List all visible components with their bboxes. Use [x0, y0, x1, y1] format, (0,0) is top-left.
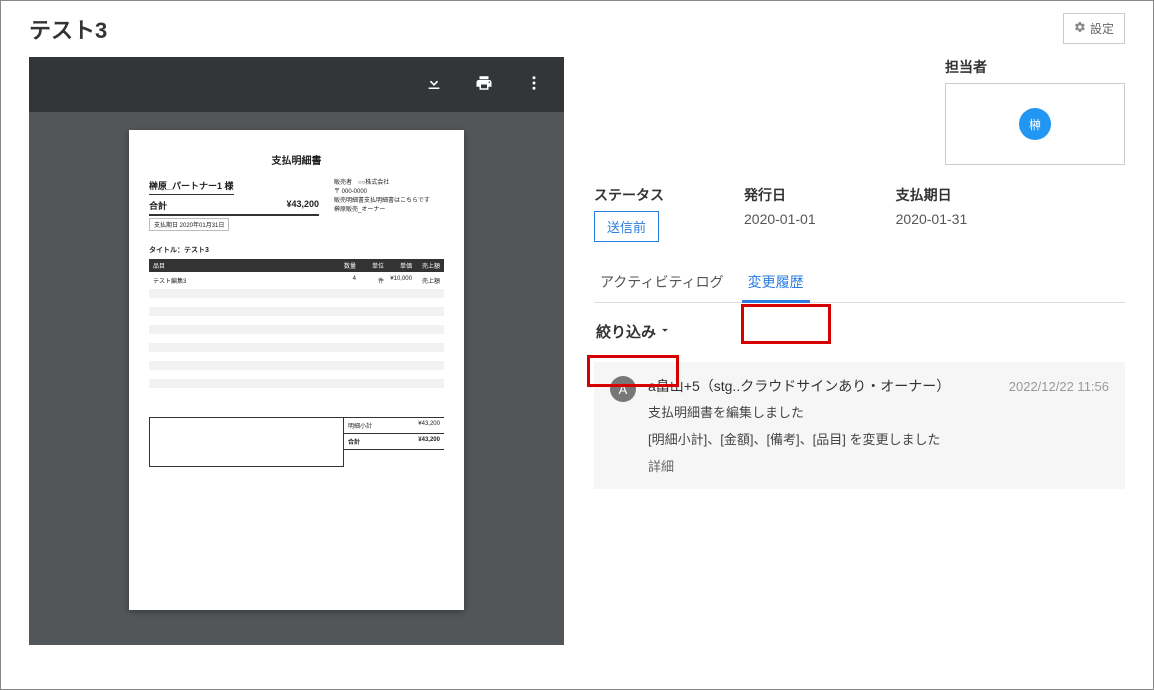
- log-detail-link[interactable]: 詳細: [648, 456, 1109, 475]
- print-icon: [475, 74, 493, 95]
- download-button[interactable]: [424, 75, 444, 95]
- doc-title: 支払明細書: [149, 152, 444, 167]
- tab-activity-log[interactable]: アクティビティログ: [594, 264, 730, 302]
- tab-change-history[interactable]: 変更履歴: [742, 264, 810, 303]
- pdf-page-area[interactable]: 支払明細書 榊原_パートナー1 様 合計 ¥43,200 支払期日 2020年0…: [29, 112, 564, 645]
- issued-label: 発行日: [744, 185, 816, 205]
- log-line-1: 支払明細書を編集しました: [648, 402, 1109, 421]
- settings-button[interactable]: 設定: [1063, 13, 1125, 44]
- doc-stripes: [149, 289, 444, 397]
- filter-label: 絞り込み: [596, 321, 656, 342]
- issued-value: 2020-01-01: [744, 211, 816, 227]
- pdf-toolbar: [29, 57, 564, 112]
- filter-toggle[interactable]: 絞り込み: [594, 317, 674, 346]
- due-label: 支払期日: [896, 185, 968, 205]
- log-item: A a畠山+5（stg..クラウドサインあり・オーナー） 2022/12/22 …: [594, 362, 1125, 489]
- doc-table-row: テスト編集3 4 件 ¥10,000 売上額: [149, 272, 444, 289]
- doc-table-header: 品目 数量 単位 単価 売上額: [149, 259, 444, 272]
- pdf-viewer: 支払明細書 榊原_パートナー1 様 合計 ¥43,200 支払期日 2020年0…: [29, 57, 564, 645]
- tabs: アクティビティログ 変更履歴: [594, 264, 1125, 303]
- due-value: 2020-01-31: [896, 211, 968, 227]
- log-user: a畠山+5（stg..クラウドサインあり・オーナー）: [648, 376, 950, 396]
- doc-partner: 榊原_パートナー1 様: [149, 179, 234, 195]
- status-badge: 送信前: [594, 211, 659, 242]
- status-label: ステータス: [594, 185, 664, 205]
- doc-right-meta: 販売者 ○○株式会社 〒 000-0000 販売明細書支払明細書はこちらです 榊…: [334, 179, 444, 231]
- page-title: テスト3: [29, 13, 107, 45]
- log-timestamp: 2022/12/22 11:56: [1009, 379, 1109, 394]
- assignee-label: 担当者: [945, 57, 1125, 77]
- doc-sum-value: ¥43,200: [286, 199, 319, 212]
- pdf-document: 支払明細書 榊原_パートナー1 様 合計 ¥43,200 支払期日 2020年0…: [129, 130, 464, 610]
- print-button[interactable]: [474, 75, 494, 95]
- settings-label: 設定: [1090, 20, 1114, 37]
- more-button[interactable]: [524, 75, 544, 95]
- doc-sum-label: 合計: [149, 199, 167, 212]
- download-icon: [425, 74, 443, 95]
- doc-period-box: 支払期日 2020年01月31日: [149, 218, 229, 231]
- more-vert-icon: [525, 74, 543, 95]
- doc-subtitle: タイトル：テスト3: [149, 245, 444, 255]
- assignee-box[interactable]: 榊: [945, 83, 1125, 165]
- log-line-2: [明細小計]、[金額]、[備考]、[品目] を変更しました: [648, 429, 1109, 448]
- gear-icon: [1074, 21, 1086, 36]
- doc-total-block: 明細小計¥43,200 合計¥43,200: [149, 417, 444, 467]
- assignee-avatar: 榊: [1019, 108, 1051, 140]
- log-avatar: A: [610, 376, 636, 402]
- chevron-down-icon: [658, 323, 672, 341]
